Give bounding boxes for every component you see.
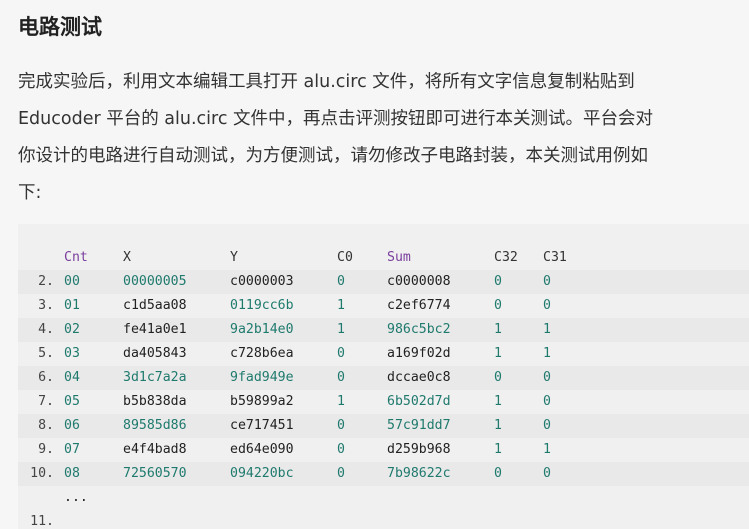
instruction-paragraph: 完成实验后，利用文本编辑工具打开 alu.circ 文件，将所有文字信息复制粘贴… xyxy=(18,64,743,212)
cell-cnt: 04 xyxy=(64,370,80,385)
header-c0: C0 xyxy=(337,250,353,265)
header-c31: C31 xyxy=(543,250,567,265)
cell-c31: 0 xyxy=(543,394,551,409)
cell-c0: 0 xyxy=(337,274,345,289)
cell-x: b5b838da xyxy=(123,394,187,409)
code-row: 7. 05 b5b838da b59899a2 1 6b502d7d 1 0 xyxy=(18,390,749,414)
line-number: 10. xyxy=(30,466,54,481)
cell-c32: 0 xyxy=(494,370,502,385)
cell-c31: 1 xyxy=(543,442,551,457)
line-number: 11. xyxy=(30,514,54,529)
cell-x: fe41a0e1 xyxy=(123,322,187,337)
header-sum: Sum xyxy=(387,250,411,265)
header-y: Y xyxy=(230,250,238,265)
cell-cnt: 01 xyxy=(64,298,80,313)
cell-c31: 0 xyxy=(543,370,551,385)
cell-c31: 1 xyxy=(543,346,551,361)
cell-x: 72560570 xyxy=(123,466,187,481)
code-row: 4. 02 fe41a0e1 9a2b14e0 1 986c5bc2 1 1 xyxy=(18,318,749,342)
cell-cnt: 06 xyxy=(64,418,80,433)
cell-y: b59899a2 xyxy=(230,394,294,409)
paragraph-line: 完成实验后，利用文本编辑工具打开 alu.circ 文件，将所有文字信息复制粘贴… xyxy=(18,72,635,92)
cell-c31: 0 xyxy=(543,418,551,433)
cell-y: ed64e090 xyxy=(230,442,294,457)
ellipsis-text: ... xyxy=(64,490,88,505)
line-number: 8. xyxy=(38,418,54,433)
cell-c32: 1 xyxy=(494,394,502,409)
header-x: X xyxy=(123,250,131,265)
code-row: 6. 04 3d1c7a2a 9fad949e 0 dccae0c8 0 0 xyxy=(18,366,749,390)
code-row: 3. 01 c1d5aa08 0119cc6b 1 c2ef6774 0 0 xyxy=(18,294,749,318)
cell-cnt: 08 xyxy=(64,466,80,481)
cell-x: 00000005 xyxy=(123,274,187,289)
cell-x: e4f4bad8 xyxy=(123,442,187,457)
code-row: 5. 03 da405843 c728b6ea 0 a169f02d 1 1 xyxy=(18,342,749,366)
line-number: 7. xyxy=(38,394,54,409)
code-row: 2. 00 00000005 c0000003 0 c0000008 0 0 xyxy=(18,270,749,294)
line-number: 9. xyxy=(38,442,54,457)
section-heading: 电路测试 xyxy=(18,15,102,39)
line-number: 6. xyxy=(38,370,54,385)
line-number: 2. xyxy=(38,274,54,289)
cell-sum: c0000008 xyxy=(387,274,451,289)
header-c32: C32 xyxy=(494,250,518,265)
cell-sum: 6b502d7d xyxy=(387,394,451,409)
cell-c31: 0 xyxy=(543,298,551,313)
header-cnt: Cnt xyxy=(64,250,88,265)
cell-y: 0119cc6b xyxy=(230,298,294,313)
cell-c31: 1 xyxy=(543,322,551,337)
cell-c32: 1 xyxy=(494,442,502,457)
cell-y: 094220bc xyxy=(230,466,294,481)
cell-cnt: 07 xyxy=(64,442,80,457)
code-header-line: 1. Cnt X Y C0 Sum C32 C31 xyxy=(18,246,749,289)
test-case-code-block[interactable]: 1. Cnt X Y C0 Sum C32 C31 2.0000000005c0… xyxy=(18,224,749,529)
cell-c32: 1 xyxy=(494,418,502,433)
cell-sum: c2ef6774 xyxy=(387,298,451,313)
code-row: 8. 06 89585d86 ce717451 0 57c91dd7 1 0 xyxy=(18,414,749,438)
cell-c0: 1 xyxy=(337,394,345,409)
cell-c0: 1 xyxy=(337,298,345,313)
cell-cnt: 03 xyxy=(64,346,80,361)
cell-cnt: 00 xyxy=(64,274,80,289)
cell-cnt: 05 xyxy=(64,394,80,409)
cell-y: c728b6ea xyxy=(230,346,294,361)
cell-c0: 0 xyxy=(337,346,345,361)
cell-c32: 1 xyxy=(494,322,502,337)
line-number: 4. xyxy=(38,322,54,337)
cell-x: c1d5aa08 xyxy=(123,298,187,313)
cell-c0: 0 xyxy=(337,418,345,433)
paragraph-line: Educoder 平台的 alu.circ 文件中，再点击评测按钮即可进行本关测… xyxy=(18,109,653,129)
cell-c31: 0 xyxy=(543,274,551,289)
code-row: 10. 08 72560570 094220bc 0 7b98622c 0 0 xyxy=(18,462,749,486)
cell-c0: 0 xyxy=(337,370,345,385)
cell-sum: dccae0c8 xyxy=(387,370,451,385)
cell-c0: 0 xyxy=(337,466,345,481)
cell-cnt: 02 xyxy=(64,322,80,337)
cell-y: 9fad949e xyxy=(230,370,294,385)
code-footer-line: 11. ... xyxy=(18,486,749,529)
cell-sum: 986c5bc2 xyxy=(387,322,451,337)
cell-c31: 0 xyxy=(543,466,551,481)
cell-c0: 1 xyxy=(337,322,345,337)
cell-c0: 0 xyxy=(337,442,345,457)
paragraph-line: 你设计的电路进行自动测试，为方便测试，请勿修改子电路封装，本关测试用例如 xyxy=(18,146,648,166)
cell-x: da405843 xyxy=(123,346,187,361)
cell-sum: a169f02d xyxy=(387,346,451,361)
code-row: 9. 07 e4f4bad8 ed64e090 0 d259b968 1 1 xyxy=(18,438,749,462)
cell-x: 3d1c7a2a xyxy=(123,370,187,385)
cell-c32: 0 xyxy=(494,466,502,481)
cell-y: 9a2b14e0 xyxy=(230,322,294,337)
cell-sum: 57c91dd7 xyxy=(387,418,451,433)
cell-y: c0000003 xyxy=(230,274,294,289)
cell-c32: 0 xyxy=(494,274,502,289)
cell-sum: 7b98622c xyxy=(387,466,451,481)
cell-x: 89585d86 xyxy=(123,418,187,433)
cell-sum: d259b968 xyxy=(387,442,451,457)
cell-y: ce717451 xyxy=(230,418,294,433)
line-number: 5. xyxy=(38,346,54,361)
cell-c32: 0 xyxy=(494,298,502,313)
cell-c32: 1 xyxy=(494,346,502,361)
paragraph-line: 下: xyxy=(18,183,42,203)
line-number: 3. xyxy=(38,298,54,313)
